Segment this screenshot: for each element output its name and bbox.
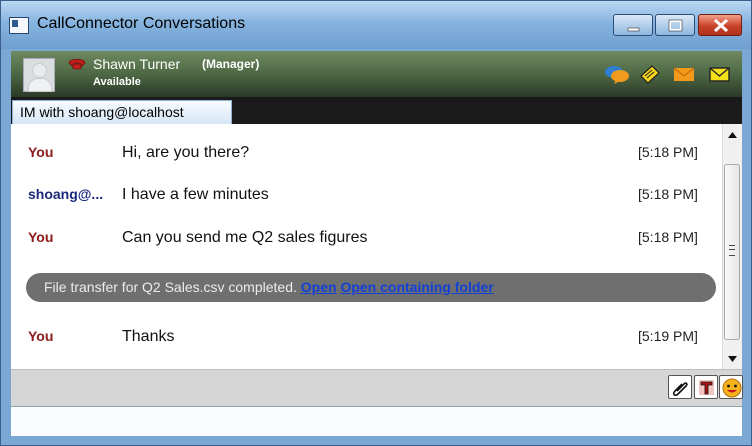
avatar[interactable] [23, 58, 55, 92]
message-sender: You [28, 144, 54, 160]
message-toolbar [11, 369, 743, 407]
message-time: [5:18 PM] [638, 229, 698, 245]
file-transfer-text: File transfer for Q2 Sales.csv completed… [44, 279, 297, 295]
attach-icon [672, 382, 688, 397]
chat-message: You Hi, are you there? [5:18 PM] [11, 144, 722, 164]
chat-history: You Hi, are you there? [5:18 PM] shoang@… [11, 124, 722, 369]
message-input[interactable] [11, 407, 742, 436]
tab-im-conversation[interactable]: IM with shoang@localhost [12, 100, 232, 124]
font-button[interactable] [694, 375, 718, 399]
user-role: (Manager) [202, 57, 260, 71]
notes-icon[interactable] [638, 64, 662, 84]
font-icon [699, 380, 714, 395]
message-time: [5:18 PM] [638, 186, 698, 202]
chat-message: shoang@... I have a few minutes [5:18 PM… [11, 186, 722, 206]
file-transfer-notice: File transfer for Q2 Sales.csv completed… [26, 273, 716, 302]
user-status: Available [93, 76, 141, 88]
message-sender: You [28, 229, 54, 245]
message-sender: You [28, 328, 54, 344]
message-text: Thanks [122, 328, 175, 345]
emoticon-button[interactable] [719, 375, 743, 399]
message-time: [5:18 PM] [638, 144, 698, 160]
app-window: CallConnector Conversations Shawn Turner… [0, 0, 752, 446]
minimize-button[interactable] [613, 14, 653, 36]
emoticon-icon [722, 378, 742, 398]
scroll-down-arrow[interactable] [723, 350, 742, 368]
attach-button[interactable] [668, 375, 692, 399]
voicemail-icon[interactable] [708, 64, 732, 84]
app-icon [9, 17, 29, 34]
open-file-link[interactable]: Open [301, 279, 337, 295]
message-text: Hi, are you there? [122, 144, 250, 161]
grip-icon [729, 245, 735, 256]
message-input-area [11, 406, 742, 436]
window-title: CallConnector Conversations [37, 15, 246, 32]
tab-strip: IM with shoang@localhost [11, 97, 742, 124]
scrollbar-thumb[interactable] [724, 164, 740, 340]
user-name: Shawn Turner [93, 56, 181, 72]
message-time: [5:19 PM] [638, 328, 698, 344]
phone-icon [68, 58, 86, 70]
email-icon[interactable] [672, 64, 696, 84]
scroll-up-arrow[interactable] [723, 126, 742, 144]
chat-scrollbar[interactable] [722, 124, 742, 369]
title-bar[interactable]: CallConnector Conversations [1, 1, 751, 49]
chat-message: You Thanks [5:19 PM] [11, 328, 722, 348]
open-folder-link[interactable]: Open containing folder [340, 279, 493, 295]
close-button[interactable] [698, 14, 742, 36]
maximize-button[interactable] [655, 14, 695, 36]
message-sender: shoang@... [28, 186, 104, 202]
user-status-bar: Shawn Turner (Manager) Available [11, 51, 742, 97]
message-text: I have a few minutes [122, 186, 269, 203]
chat-message: You Can you send me Q2 sales figures [5:… [11, 229, 722, 249]
chat-icon[interactable] [604, 64, 630, 84]
message-text: Can you send me Q2 sales figures [122, 229, 368, 246]
